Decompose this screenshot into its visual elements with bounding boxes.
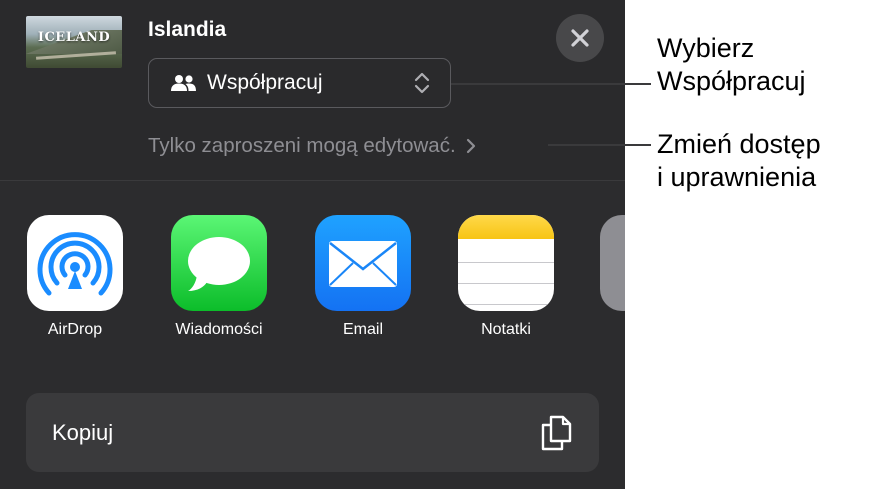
copy-action[interactable]: Kopiuj [26,393,599,472]
share-header: ICELAND Islandia Współpracuj Tylko zapro… [0,0,625,181]
app-label-airdrop: AirDrop [47,321,103,338]
chevron-up-down-icon [414,72,430,99]
app-more-partial[interactable] [600,215,625,311]
chevron-right-icon [466,138,476,154]
app-messages[interactable]: Wiadomości [154,215,284,339]
app-label-email: Email [342,321,383,338]
copy-label: Kopiuj [52,420,114,445]
app-notes[interactable]: Notatki [441,215,571,339]
messages-icon [171,215,267,311]
app-label-notes: Notatki [481,321,531,338]
app-label-messages: Wiadomości [175,321,263,338]
collaborate-label: Współpracuj [207,71,323,94]
people-icon [171,74,197,92]
notes-icon [458,215,554,311]
collaborate-select[interactable]: Współpracuj [148,58,451,108]
callout-change-access: Zmień dostęp i uprawnienia [657,129,821,192]
close-button[interactable] [556,14,604,62]
app-airdrop[interactable]: AirDrop [10,215,140,339]
copy-icon [537,413,577,458]
airdrop-icon [27,215,123,311]
share-sheet: ICELAND Islandia Współpracuj Tylko zapro… [0,0,625,489]
document-thumbnail: ICELAND [26,16,122,68]
app-email[interactable]: Email [298,215,428,339]
thumbnail-title: ICELAND [37,30,111,45]
callout-choose-collaborate: Wybierz Współpracuj [657,33,806,96]
access-text: Tylko zaproszeni mogą edytować. [148,134,456,157]
close-icon [571,29,589,47]
access-permissions-link[interactable]: Tylko zaproszeni mogą edytować. [148,132,476,160]
share-apps-row: AirDrop Wiadomości Email Notatki [0,215,625,345]
callout-line-access [548,144,651,146]
document-title: Islandia [148,18,227,41]
callout-line-collaborate [451,83,651,85]
mail-icon [315,215,411,311]
